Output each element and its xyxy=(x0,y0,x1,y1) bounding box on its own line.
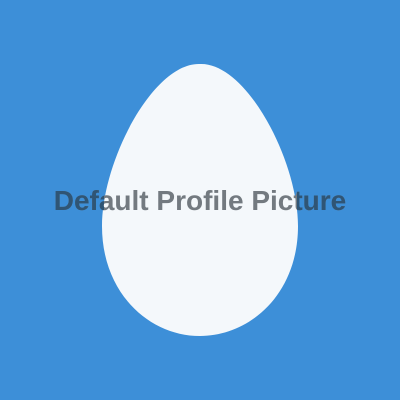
label-right-overlay: Default Profile Picture xyxy=(297,0,400,400)
avatar-label-left-part: Default Profile Picture xyxy=(53,185,104,216)
default-profile-picture: Default Profile Picture Default Profile … xyxy=(0,0,400,400)
avatar-label-right-part: Default Profile Picture xyxy=(297,185,347,216)
label-left-overlay: Default Profile Picture xyxy=(0,0,104,400)
label-layer: Default Profile Picture Default Profile … xyxy=(0,0,400,400)
